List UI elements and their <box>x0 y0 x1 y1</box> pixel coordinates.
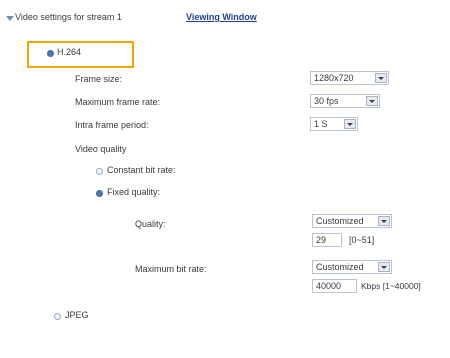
quality-input[interactable]: 29 <box>312 233 342 247</box>
constant-bitrate-label: Constant bit rate: <box>107 165 176 175</box>
max-bitrate-input[interactable]: 40000 <box>312 279 357 293</box>
quality-label: Quality: <box>135 219 166 229</box>
max-bitrate-input-value: 40000 <box>316 281 342 291</box>
dropdown-arrow-icon <box>378 262 390 272</box>
jpeg-label: JPEG <box>65 310 89 320</box>
frame-size-value: 1280x720 <box>314 73 354 83</box>
fixed-quality-label: Fixed quality: <box>107 187 161 197</box>
dropdown-arrow-icon <box>344 119 356 129</box>
max-bitrate-select[interactable]: Customized <box>312 260 392 274</box>
max-bitrate-unit: Kbps [1~40000] <box>361 281 421 291</box>
viewing-window-link[interactable]: Viewing Window <box>186 12 257 22</box>
max-frame-rate-value: 30 fps <box>314 96 339 106</box>
h264-label: H.264 <box>57 47 82 57</box>
dropdown-arrow-icon <box>378 216 390 226</box>
constant-bitrate-radio[interactable] <box>96 168 103 175</box>
max-frame-rate-select[interactable]: 30 fps <box>310 94 380 108</box>
dropdown-arrow-icon <box>366 96 378 106</box>
fixed-quality-radio[interactable] <box>96 190 103 197</box>
max-bitrate-select-value: Customized <box>316 262 364 272</box>
intra-frame-select[interactable]: 1 S <box>310 117 358 131</box>
intra-frame-label: Intra frame period: <box>75 120 149 130</box>
quality-input-value: 29 <box>316 235 327 245</box>
intra-frame-value: 1 S <box>314 119 328 129</box>
video-settings-label: Video settings for stream 1 <box>15 12 122 22</box>
quality-select[interactable]: Customized <box>312 214 392 228</box>
max-frame-rate-label: Maximum frame rate: <box>75 97 161 107</box>
quality-range: [0~51] <box>349 235 375 245</box>
collapse-arrow-icon[interactable] <box>6 16 14 21</box>
video-quality-label: Video quality <box>75 144 127 154</box>
dropdown-arrow-icon <box>375 73 387 83</box>
frame-size-select[interactable]: 1280x720 <box>310 71 389 85</box>
jpeg-radio[interactable] <box>54 313 61 320</box>
max-bitrate-label: Maximum bit rate: <box>135 264 207 274</box>
frame-size-label: Frame size: <box>75 74 123 84</box>
quality-select-value: Customized <box>316 216 364 226</box>
h264-radio[interactable] <box>47 50 54 57</box>
